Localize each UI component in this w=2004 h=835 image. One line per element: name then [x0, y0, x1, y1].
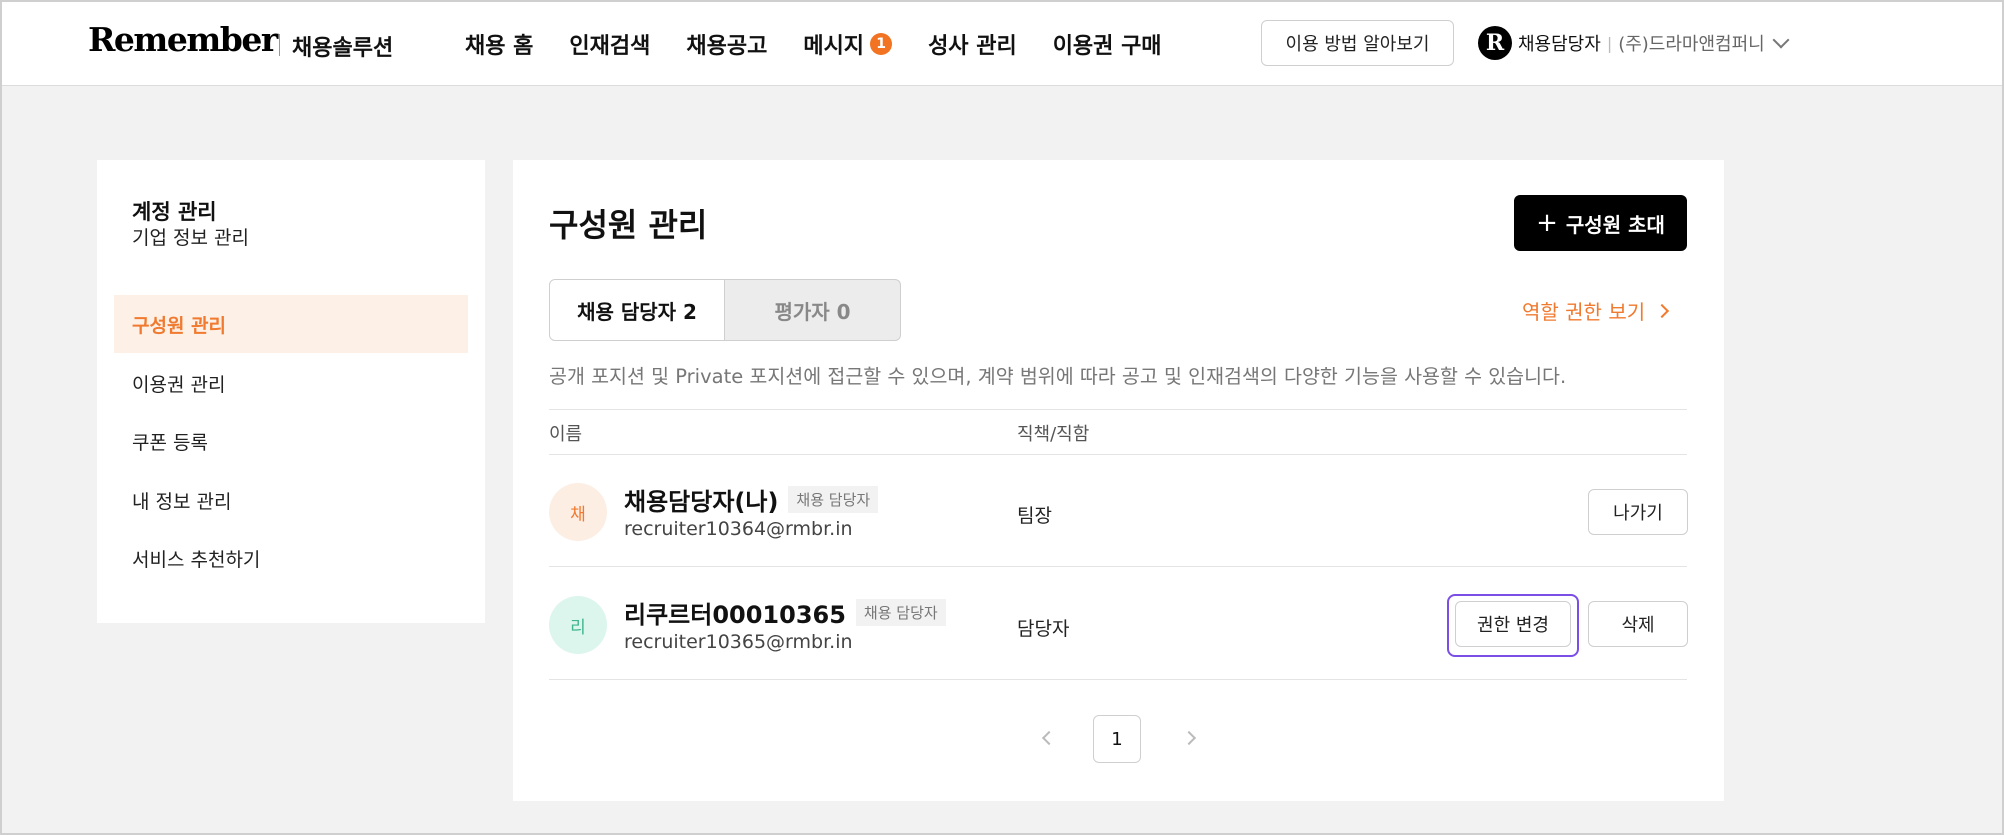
nav-deal-management[interactable]: 성사 관리	[928, 28, 1017, 60]
leave-button[interactable]: 나가기	[1588, 489, 1688, 535]
sidebar-item-label: 내 정보 관리	[132, 490, 232, 513]
nav-label: 성사 관리	[928, 34, 1017, 59]
divider	[549, 566, 1687, 567]
logo-divider	[279, 34, 280, 56]
page-number-button[interactable]: 1	[1093, 715, 1141, 763]
chevron-down-icon[interactable]	[1772, 31, 1790, 49]
user-company: (주)드라마앤컴퍼니	[1618, 34, 1765, 55]
sidebar-item-my-info[interactable]: 내 정보 관리	[114, 471, 468, 529]
nav-buy-pass[interactable]: 이용권 구매	[1053, 28, 1162, 60]
nav-recruit-home[interactable]: 채용 홈	[465, 28, 533, 60]
member-name-row: 리쿠르터00010365 채용 담당자	[624, 595, 946, 630]
chevron-left-icon[interactable]	[1041, 730, 1057, 746]
nav-label: 채용 홈	[465, 34, 534, 59]
sidebar-item-pass-management[interactable]: 이용권 관리	[114, 354, 468, 412]
user-separator: |	[1606, 33, 1613, 53]
user-menu[interactable]: R 채용담당자 | (주)드라마앤컴퍼니	[1478, 26, 1790, 60]
page-title: 구성원 관리	[549, 206, 708, 244]
divider	[549, 454, 1687, 455]
sidebar-item-label: 쿠폰 등록	[132, 431, 208, 454]
nav-label: 이용권 구매	[1052, 34, 1162, 59]
sidebar-item-recommend[interactable]: 서비스 추천하기	[114, 529, 468, 587]
remember-r-icon: R	[1478, 26, 1512, 60]
nav-messages[interactable]: 메시지 1	[803, 28, 893, 60]
member-name: 리쿠르터00010365	[624, 601, 846, 629]
role-tag: 채용 담당자	[788, 486, 879, 513]
main-nav: 채용 홈 인재검색 채용공고 메시지 1 성사 관리 이용권 구매	[465, 28, 1198, 60]
avatar: 채	[549, 483, 607, 541]
nav-label: 메시지	[803, 34, 865, 59]
tab-recruiters[interactable]: 채용 담당자 2	[549, 279, 725, 341]
how-to-use-button[interactable]: 이용 방법 알아보기	[1261, 20, 1454, 66]
tab-description: 공개 포지션 및 Private 포지션에 접근할 수 있으며, 계약 범위에 …	[549, 365, 1567, 388]
divider	[549, 679, 1687, 680]
member-position: 담당자	[1017, 618, 1070, 640]
tab-evaluators[interactable]: 평가자 0	[725, 279, 901, 341]
delete-button[interactable]: 삭제	[1588, 601, 1688, 647]
member-email: recruiter10365@rmbr.in	[624, 631, 853, 653]
change-permission-button[interactable]: 권한 변경	[1455, 601, 1571, 647]
invite-member-button[interactable]: + 구성원 초대	[1514, 195, 1687, 251]
column-header-name: 이름	[549, 424, 583, 445]
column-header-position: 직책/직함	[1017, 424, 1090, 445]
nav-label: 인재검색	[569, 34, 651, 59]
nav-talent-search[interactable]: 인재검색	[569, 28, 650, 60]
remember-logo[interactable]: Remember	[88, 20, 278, 59]
chevron-right-icon[interactable]	[1181, 730, 1197, 746]
divider	[549, 409, 1687, 410]
sidebar-item-label: 구성원 관리	[132, 314, 227, 337]
sidebar-item-members[interactable]: 구성원 관리	[114, 295, 468, 353]
chevron-right-icon	[1655, 303, 1670, 318]
role-link-label: 역할 권한 보기	[1522, 300, 1646, 324]
member-position: 팀장	[1017, 505, 1052, 527]
nav-label: 채용공고	[686, 34, 768, 59]
member-name: 채용담당자(나)	[624, 488, 779, 516]
invite-label: 구성원 초대	[1565, 212, 1665, 237]
account-sidebar: 계정 관리 기업 정보 관리 구성원 관리 이용권 관리 쿠폰 등록 내 정보 …	[97, 160, 485, 623]
nav-job-postings[interactable]: 채용공고	[686, 28, 767, 60]
member-type-tabs: 채용 담당자 2 평가자 0	[549, 279, 901, 341]
sidebar-item-coupon[interactable]: 쿠폰 등록	[114, 412, 468, 470]
member-name-row: 채용담당자(나) 채용 담당자	[624, 482, 879, 517]
pagination: 1	[513, 715, 1724, 765]
sidebar-item-company-info[interactable]: 기업 정보 관리	[114, 207, 468, 265]
role-tag: 채용 담당자	[855, 599, 946, 626]
plus-icon: +	[1536, 208, 1558, 238]
avatar: 리	[549, 596, 607, 654]
top-header: Remember 채용솔루션 채용 홈 인재검색 채용공고 메시지 1 성사 관…	[0, 0, 2004, 86]
sidebar-item-label: 기업 정보 관리	[132, 226, 249, 249]
members-panel: 구성원 관리 + 구성원 초대 채용 담당자 2 평가자 0 역할 권한 보기 …	[513, 160, 1724, 801]
logo-subtitle[interactable]: 채용솔루션	[292, 30, 393, 62]
message-count-badge: 1	[870, 33, 893, 55]
sidebar-item-label: 서비스 추천하기	[132, 548, 261, 571]
member-email: recruiter10364@rmbr.in	[624, 518, 853, 540]
sidebar-item-label: 이용권 관리	[132, 373, 226, 396]
user-role: 채용담당자	[1518, 34, 1601, 55]
view-role-permissions-link[interactable]: 역할 권한 보기	[1522, 296, 1670, 325]
